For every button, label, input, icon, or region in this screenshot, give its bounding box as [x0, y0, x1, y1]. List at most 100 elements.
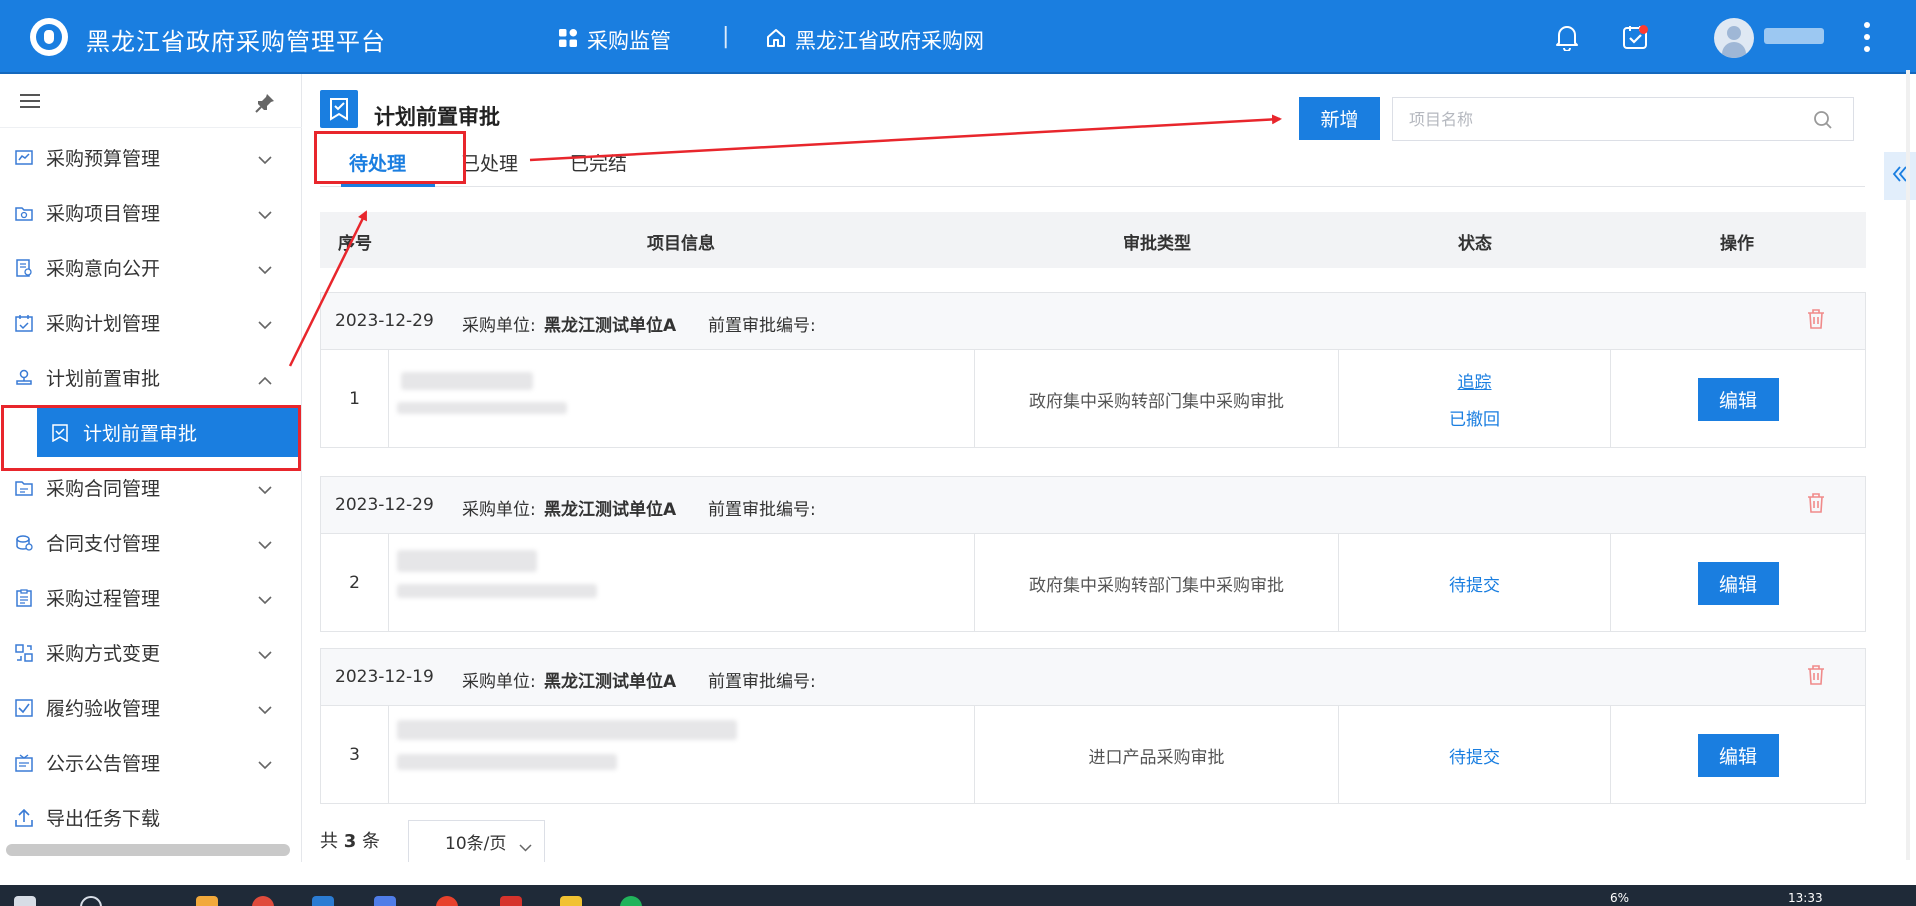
sidebar-item-plan[interactable]: 采购计划管理: [0, 295, 302, 350]
app-icon[interactable]: [500, 896, 522, 906]
chat-icon[interactable]: [620, 896, 642, 906]
chevron-down-icon: [519, 837, 532, 857]
bell-icon[interactable]: [1550, 20, 1584, 54]
row-number: 3: [321, 706, 389, 804]
table-group: 2023-12-29 采购单位: 黑龙江测试单位A 前置审批编号: 2 政府集中…: [320, 476, 1866, 632]
notice-icon: [14, 753, 34, 773]
sidebar-item-export[interactable]: 导出任务下载: [0, 790, 302, 845]
sidebar-item-process[interactable]: 采购过程管理: [0, 570, 302, 625]
logo-icon: [30, 18, 68, 56]
status-cell: 待提交: [1339, 706, 1611, 804]
approval-type: 进口产品采购审批: [975, 706, 1339, 804]
more-menu-icon[interactable]: [1860, 22, 1874, 52]
sidebar-item-project[interactable]: 采购项目管理: [0, 185, 302, 240]
sidebar-item-intention[interactable]: 采购意向公开: [0, 240, 302, 295]
row-number: 2: [321, 534, 389, 632]
chevron-down-icon: [258, 643, 272, 665]
chevron-down-icon: [258, 313, 272, 335]
edit-button[interactable]: 编辑: [1697, 733, 1779, 777]
menu-toggle-icon[interactable]: [20, 94, 40, 108]
sidebar-item-label: 履约验收管理: [46, 698, 161, 720]
pin-icon[interactable]: [254, 92, 276, 118]
unit-label: 采购单位:: [462, 500, 536, 520]
sidebar-item-budget[interactable]: 采购预算管理: [0, 130, 302, 185]
sidebar-item-label: 采购预算管理: [46, 148, 161, 170]
sidebar-item-label: 采购项目管理: [46, 203, 161, 225]
chart-icon: [14, 148, 34, 168]
chevron-down-icon: [258, 478, 272, 500]
calendar-icon: [14, 313, 34, 333]
table-group: 2023-12-29 采购单位: 黑龙江测试单位A 前置审批编号: 1 政府集中…: [320, 292, 1866, 448]
collapse-panel-button[interactable]: [1884, 152, 1916, 200]
group-header: 2023-12-19 采购单位: 黑龙江测试单位A 前置审批编号:: [321, 649, 1865, 706]
chevron-up-icon: [258, 368, 272, 390]
browser-icon[interactable]: [436, 896, 458, 906]
operation-cell: 编辑: [1611, 706, 1865, 804]
app-icon[interactable]: [312, 896, 334, 906]
start-icon[interactable]: [14, 896, 36, 906]
table-row: 1 政府集中采购转部门集中采购审批 追踪 已撤回 编辑: [321, 350, 1865, 448]
search-icon[interactable]: [80, 896, 102, 906]
trash-icon[interactable]: [1807, 493, 1825, 518]
sidebar-item-notice[interactable]: 公示公告管理: [0, 735, 302, 790]
row-number: 1: [321, 350, 389, 448]
sidebar-item-label: 采购方式变更: [46, 643, 161, 665]
trash-icon[interactable]: [1807, 309, 1825, 334]
sidebar-scrollbar[interactable]: [6, 844, 290, 856]
unit-label: 采购单位:: [462, 672, 536, 692]
edit-button[interactable]: 编辑: [1697, 561, 1779, 605]
app-icon[interactable]: [374, 896, 396, 906]
group-date: 2023-12-29: [335, 495, 434, 515]
folder-icon: [14, 478, 34, 498]
tab-processed[interactable]: 已处理: [461, 149, 518, 176]
approval-number-label: 前置审批编号:: [708, 316, 816, 336]
sidebar: 采购预算管理 采购项目管理 采购意向公开 采购计划管理 计划前置审批 计划前置审…: [0, 74, 302, 862]
chevron-down-icon: [258, 753, 272, 775]
sidebar-item-label: 采购意向公开: [46, 258, 161, 280]
sidebar-item-label: 采购计划管理: [46, 313, 161, 335]
add-button[interactable]: 新增: [1299, 97, 1380, 140]
nav-procurement-monitor[interactable]: 采购监管: [558, 25, 671, 55]
document-icon: [14, 258, 34, 278]
search-icon[interactable]: [1813, 110, 1833, 134]
sidebar-item-payment[interactable]: 合同支付管理: [0, 515, 302, 570]
unit-label: 采购单位:: [462, 316, 536, 336]
sidebar-subitem-label: 计划前置审批: [83, 423, 198, 445]
nav-label: 采购监管: [587, 29, 671, 53]
top-bar: 黑龙江省政府采购管理平台 采购监管 | 黑龙江省政府采购网 用户: [0, 0, 1916, 74]
search-input[interactable]: [1393, 98, 1793, 140]
edit-button[interactable]: 编辑: [1697, 377, 1779, 421]
home-icon: [766, 28, 786, 53]
approval-icon: [51, 423, 69, 442]
chevron-down-icon: [258, 148, 272, 170]
approval-type: 政府集中采购转部门集中采购审批: [975, 350, 1339, 448]
nav-procurement-site[interactable]: 黑龙江省政府采购网: [766, 25, 984, 55]
app-icon[interactable]: [252, 896, 274, 906]
sidebar-item-method-change[interactable]: 采购方式变更: [0, 625, 302, 680]
tab-pending[interactable]: 待处理: [349, 149, 406, 176]
sidebar-subitem-pre-approval[interactable]: 计划前置审批: [37, 408, 301, 457]
sidebar-item-label: 采购过程管理: [46, 588, 161, 610]
sidebar-item-acceptance[interactable]: 履约验收管理: [0, 680, 302, 735]
sidebar-item-pre-approval[interactable]: 计划前置审批: [0, 350, 302, 405]
trash-icon[interactable]: [1807, 665, 1825, 690]
page-scrollbar[interactable]: [1906, 70, 1910, 860]
upload-icon: [14, 808, 34, 828]
avatar[interactable]: [1714, 18, 1754, 58]
page-size-select[interactable]: 10条/页: [408, 820, 545, 862]
todo-icon[interactable]: [1618, 20, 1652, 54]
chevron-down-icon: [258, 588, 272, 610]
sidebar-item-label: 合同支付管理: [46, 533, 161, 555]
clipboard-icon: [14, 588, 34, 608]
app-icon[interactable]: [196, 896, 218, 906]
check-icon: [14, 698, 34, 718]
tab-completed[interactable]: 已完结: [570, 149, 627, 176]
status-cell: 待提交: [1339, 534, 1611, 632]
switch-icon: [14, 643, 34, 663]
track-link[interactable]: 追踪: [1458, 368, 1492, 393]
tab-bar: 待处理 已处理 已完结: [320, 143, 1865, 187]
chevron-down-icon: [258, 533, 272, 555]
folder-icon[interactable]: [560, 896, 582, 906]
chevron-down-icon: [258, 203, 272, 225]
sidebar-item-contract[interactable]: 采购合同管理: [0, 460, 302, 515]
